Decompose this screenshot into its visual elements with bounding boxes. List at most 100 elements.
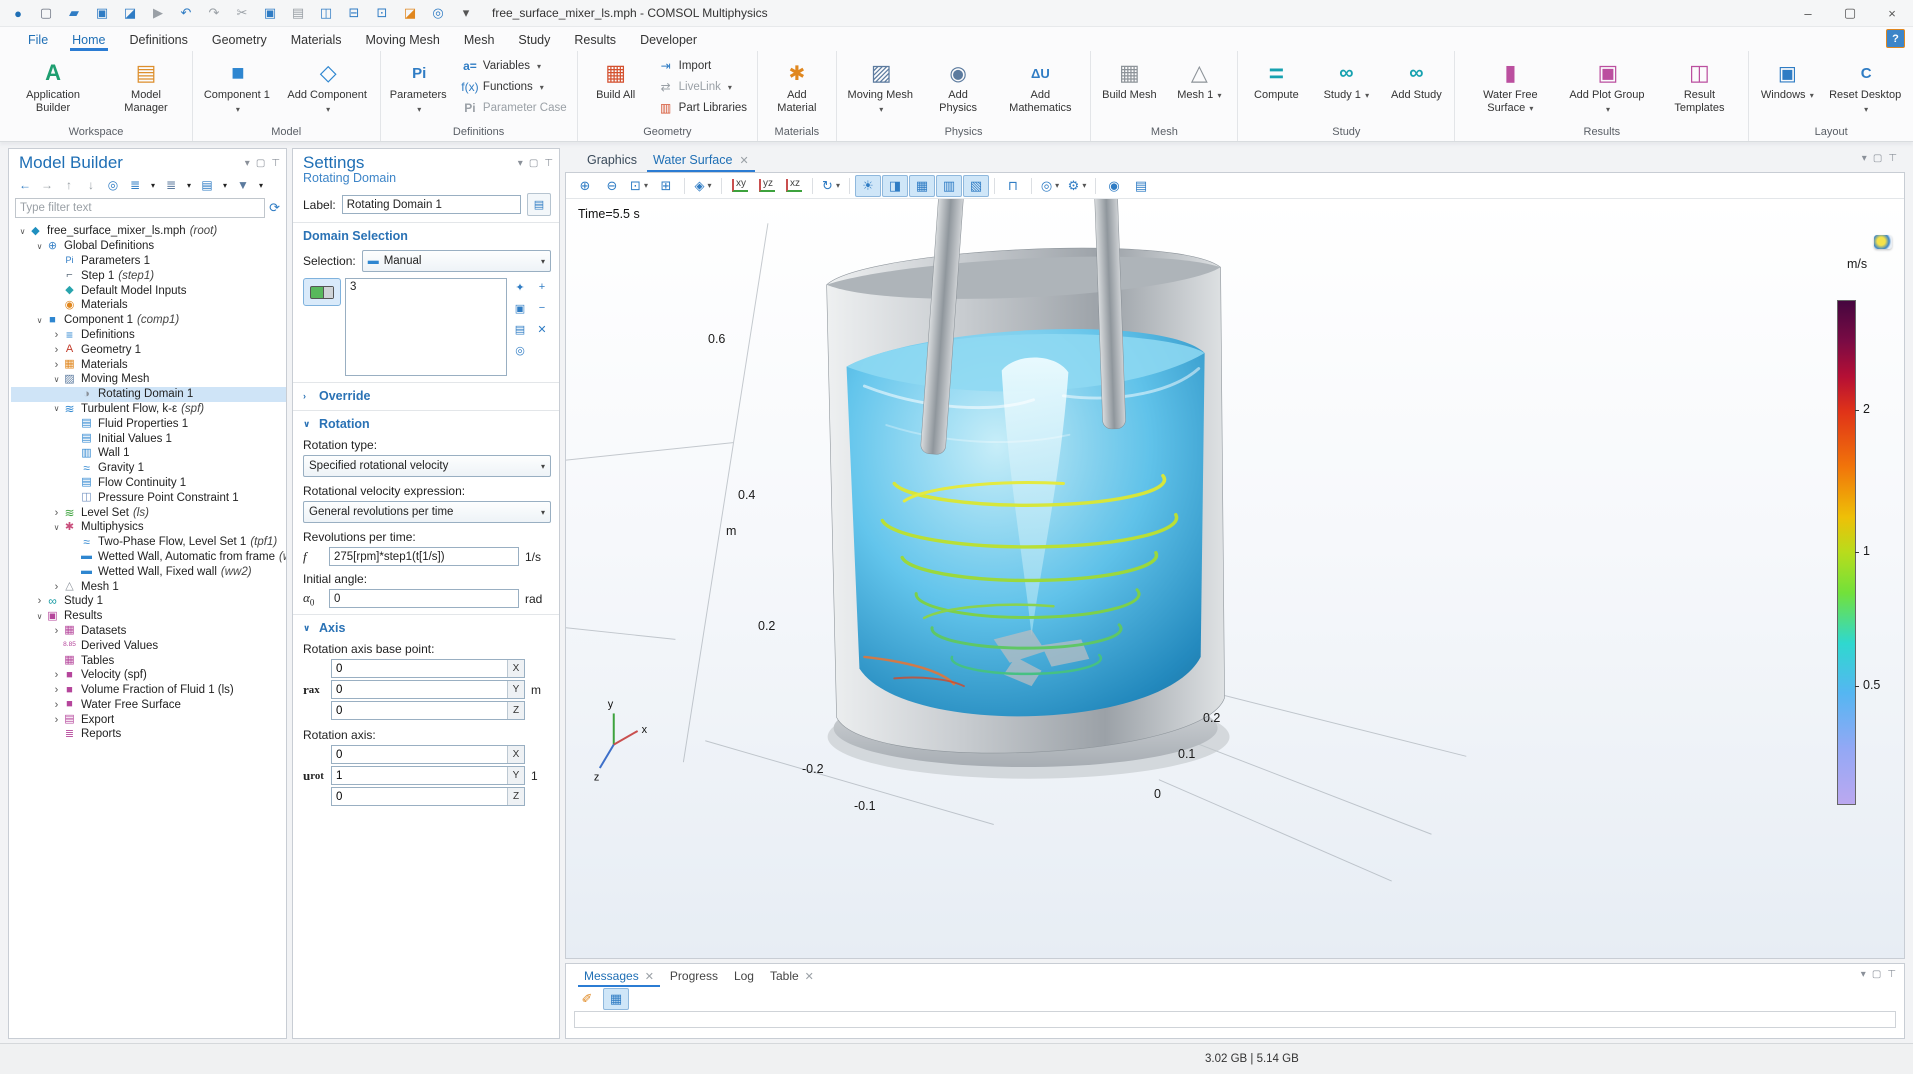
appearance-button[interactable]: ◎▾ (1037, 175, 1063, 197)
tree-item-level-set[interactable]: ›≋Level Set(ls) (11, 505, 286, 520)
tree-expander-icon[interactable]: › (51, 699, 62, 711)
chevron-right-icon[interactable]: › (303, 391, 313, 401)
tree-expander-icon[interactable]: ∨ (34, 242, 45, 251)
add-study-button[interactable]: ∞Add Study (1382, 53, 1450, 125)
redo-icon[interactable]: ↷ (202, 3, 226, 23)
undo-icon[interactable]: ↶ (174, 3, 198, 23)
domain-selection-list[interactable]: 3 (345, 278, 507, 376)
save-icon[interactable]: ▣ (90, 3, 114, 23)
tree-item-wetted-wall-fixed-wall[interactable]: ▬Wetted Wall, Fixed wall(ww2) (11, 564, 286, 579)
chevron-down-icon[interactable]: ∨ (303, 623, 313, 634)
show-button[interactable]: ◎ (103, 176, 123, 194)
tree-expander-icon[interactable]: › (51, 714, 62, 726)
tree-item-export[interactable]: ›▤Export (11, 712, 286, 727)
tree-item-rotating-domain-1[interactable]: ◑Rotating Domain 1 (11, 387, 286, 402)
functions-button[interactable]: f(x)Functions▾ (456, 77, 573, 97)
axis-x-input[interactable] (331, 745, 525, 764)
collapse-panel-icon[interactable]: ▾ (1861, 969, 1866, 980)
chevron-down-icon[interactable]: ▾ (147, 176, 159, 194)
tree-item-wall-1[interactable]: ▥Wall 1 (11, 446, 286, 461)
legend-toggle-icon[interactable] (1874, 235, 1892, 249)
expand-all-button[interactable]: ≣ (125, 176, 145, 194)
application-builder-button[interactable]: AApplication Builder (4, 53, 102, 125)
environment-button[interactable]: ⚙▾ (1064, 175, 1090, 197)
graphics-canvas[interactable]: Time=5.5 s (566, 199, 1904, 958)
variables-button[interactable]: a=Variables▾ (456, 56, 573, 76)
float-panel-icon[interactable]: ▢ (1872, 969, 1881, 980)
tree-expander-icon[interactable]: ∨ (51, 375, 62, 384)
tree-expander-icon[interactable]: ∨ (51, 404, 62, 413)
zoom-extents-button[interactable]: ⊞ (653, 175, 679, 197)
axis-y-input[interactable] (331, 766, 525, 785)
tree-expander-icon[interactable]: › (51, 344, 62, 356)
tree-item-results[interactable]: ∨▣Results (11, 609, 286, 624)
more-icon[interactable]: ▾ (454, 3, 478, 23)
view-xy-button[interactable]: xy (727, 175, 753, 197)
tab-mesh[interactable]: Mesh (452, 30, 507, 51)
collapse-panel-icon[interactable]: ▾ (518, 158, 523, 169)
tree-item-reports[interactable]: ≣Reports (11, 727, 286, 742)
collapse-all-button[interactable]: ≣ (161, 176, 181, 194)
tab-study[interactable]: Study (506, 30, 562, 51)
show-legends-button[interactable]: ▥ (936, 175, 962, 197)
close-icon[interactable]: ✕ (739, 154, 748, 167)
zoom-to-selection-button[interactable]: ◎ (511, 341, 529, 359)
tree-expander-icon[interactable]: › (51, 684, 62, 696)
chevron-down-icon[interactable]: ∨ (303, 419, 313, 430)
tree-item-geometry-1[interactable]: ›AGeometry 1 (11, 342, 286, 357)
tab-messages[interactable]: Messages✕ (576, 966, 662, 987)
snapshot-button[interactable]: ◉ (1101, 175, 1127, 197)
tree-item-two-phase-flow-level-set-1[interactable]: ≈Two-Phase Flow, Level Set 1(tpf1) (11, 535, 286, 550)
tree-item-derived-values[interactable]: 8.85Derived Values (11, 638, 286, 653)
tab-definitions[interactable]: Definitions (118, 30, 200, 51)
build-mesh-button[interactable]: ▦Build Mesh (1095, 53, 1163, 125)
tab-geometry[interactable]: Geometry (200, 30, 279, 51)
remove-from-selection-button[interactable]: − (533, 299, 551, 317)
transparency-button[interactable]: ◨ (882, 175, 908, 197)
part-libraries-button[interactable]: ▥Part Libraries (652, 98, 753, 118)
add-to-selection-button[interactable]: + (533, 278, 551, 296)
clear-selection-icon[interactable]: ◪ (398, 3, 422, 23)
scene-light-button[interactable]: ☀ (855, 175, 881, 197)
copy-icon[interactable]: ▣ (258, 3, 282, 23)
add-plot-group-button[interactable]: ▣Add Plot Group ▾ (1563, 53, 1652, 125)
tab-progress[interactable]: Progress (662, 966, 726, 987)
tree-item-turbulent-flow-k-[interactable]: ∨≋Turbulent Flow, k-ε(spf) (11, 402, 286, 417)
tree-item-water-free-surface[interactable]: ›■Water Free Surface (11, 698, 286, 713)
duplicate-icon[interactable]: ◫ (314, 3, 338, 23)
print-button[interactable]: ▤ (1128, 175, 1154, 197)
lock-button[interactable]: ⊓ (1000, 175, 1026, 197)
close-icon[interactable]: ✕ (645, 970, 654, 983)
float-panel-icon[interactable]: ▢ (529, 158, 538, 169)
tree-item-global-definitions[interactable]: ∨⊕Global Definitions (11, 239, 286, 254)
tree-item-step-1[interactable]: ⌐Step 1(step1) (11, 268, 286, 283)
find-icon[interactable]: ◎ (426, 3, 450, 23)
create-selection-button[interactable]: ✦ (511, 278, 529, 296)
tree-item-study-1[interactable]: ›∞Study 1 (11, 594, 286, 609)
study-1-button[interactable]: ∞Study 1 ▾ (1312, 53, 1380, 125)
float-panel-icon[interactable]: ▢ (1873, 153, 1882, 164)
label-input[interactable] (342, 195, 521, 214)
tree-item-mesh-1[interactable]: ›△Mesh 1 (11, 579, 286, 594)
tree-expander-icon[interactable]: ∨ (51, 523, 62, 532)
tab-file[interactable]: File (16, 30, 60, 51)
zoom-out-button[interactable]: ⊖ (599, 175, 625, 197)
import-button[interactable]: ⇥Import (652, 56, 753, 76)
base-point-y-input[interactable] (331, 680, 525, 699)
tree-expander-icon[interactable]: ∨ (34, 316, 45, 325)
tree-item-moving-mesh[interactable]: ∨▨Moving Mesh (11, 372, 286, 387)
water-free-surface-button[interactable]: ▮Water Free Surface ▾ (1459, 53, 1561, 125)
tab-results[interactable]: Results (562, 30, 628, 51)
default-view-button[interactable]: ◈▾ (690, 175, 716, 197)
tab-log[interactable]: Log (726, 966, 762, 987)
tree-expander-icon[interactable]: › (51, 359, 62, 371)
run-icon[interactable]: ▶ (146, 3, 170, 23)
rotation-type-dropdown[interactable]: Specified rotational velocity▾ (303, 455, 551, 477)
component-1-button[interactable]: ■Component 1 ▾ (197, 53, 279, 125)
tab-home[interactable]: Home (60, 30, 117, 51)
tree-expander-icon[interactable]: › (51, 625, 62, 637)
tree-item-gravity-1[interactable]: ≈Gravity 1 (11, 461, 286, 476)
tab-water-surface[interactable]: Water Surface✕ (645, 150, 757, 172)
paste-selection-button[interactable]: ▤ (511, 320, 529, 338)
moving-mesh-button[interactable]: ▨Moving Mesh ▾ (841, 53, 922, 125)
